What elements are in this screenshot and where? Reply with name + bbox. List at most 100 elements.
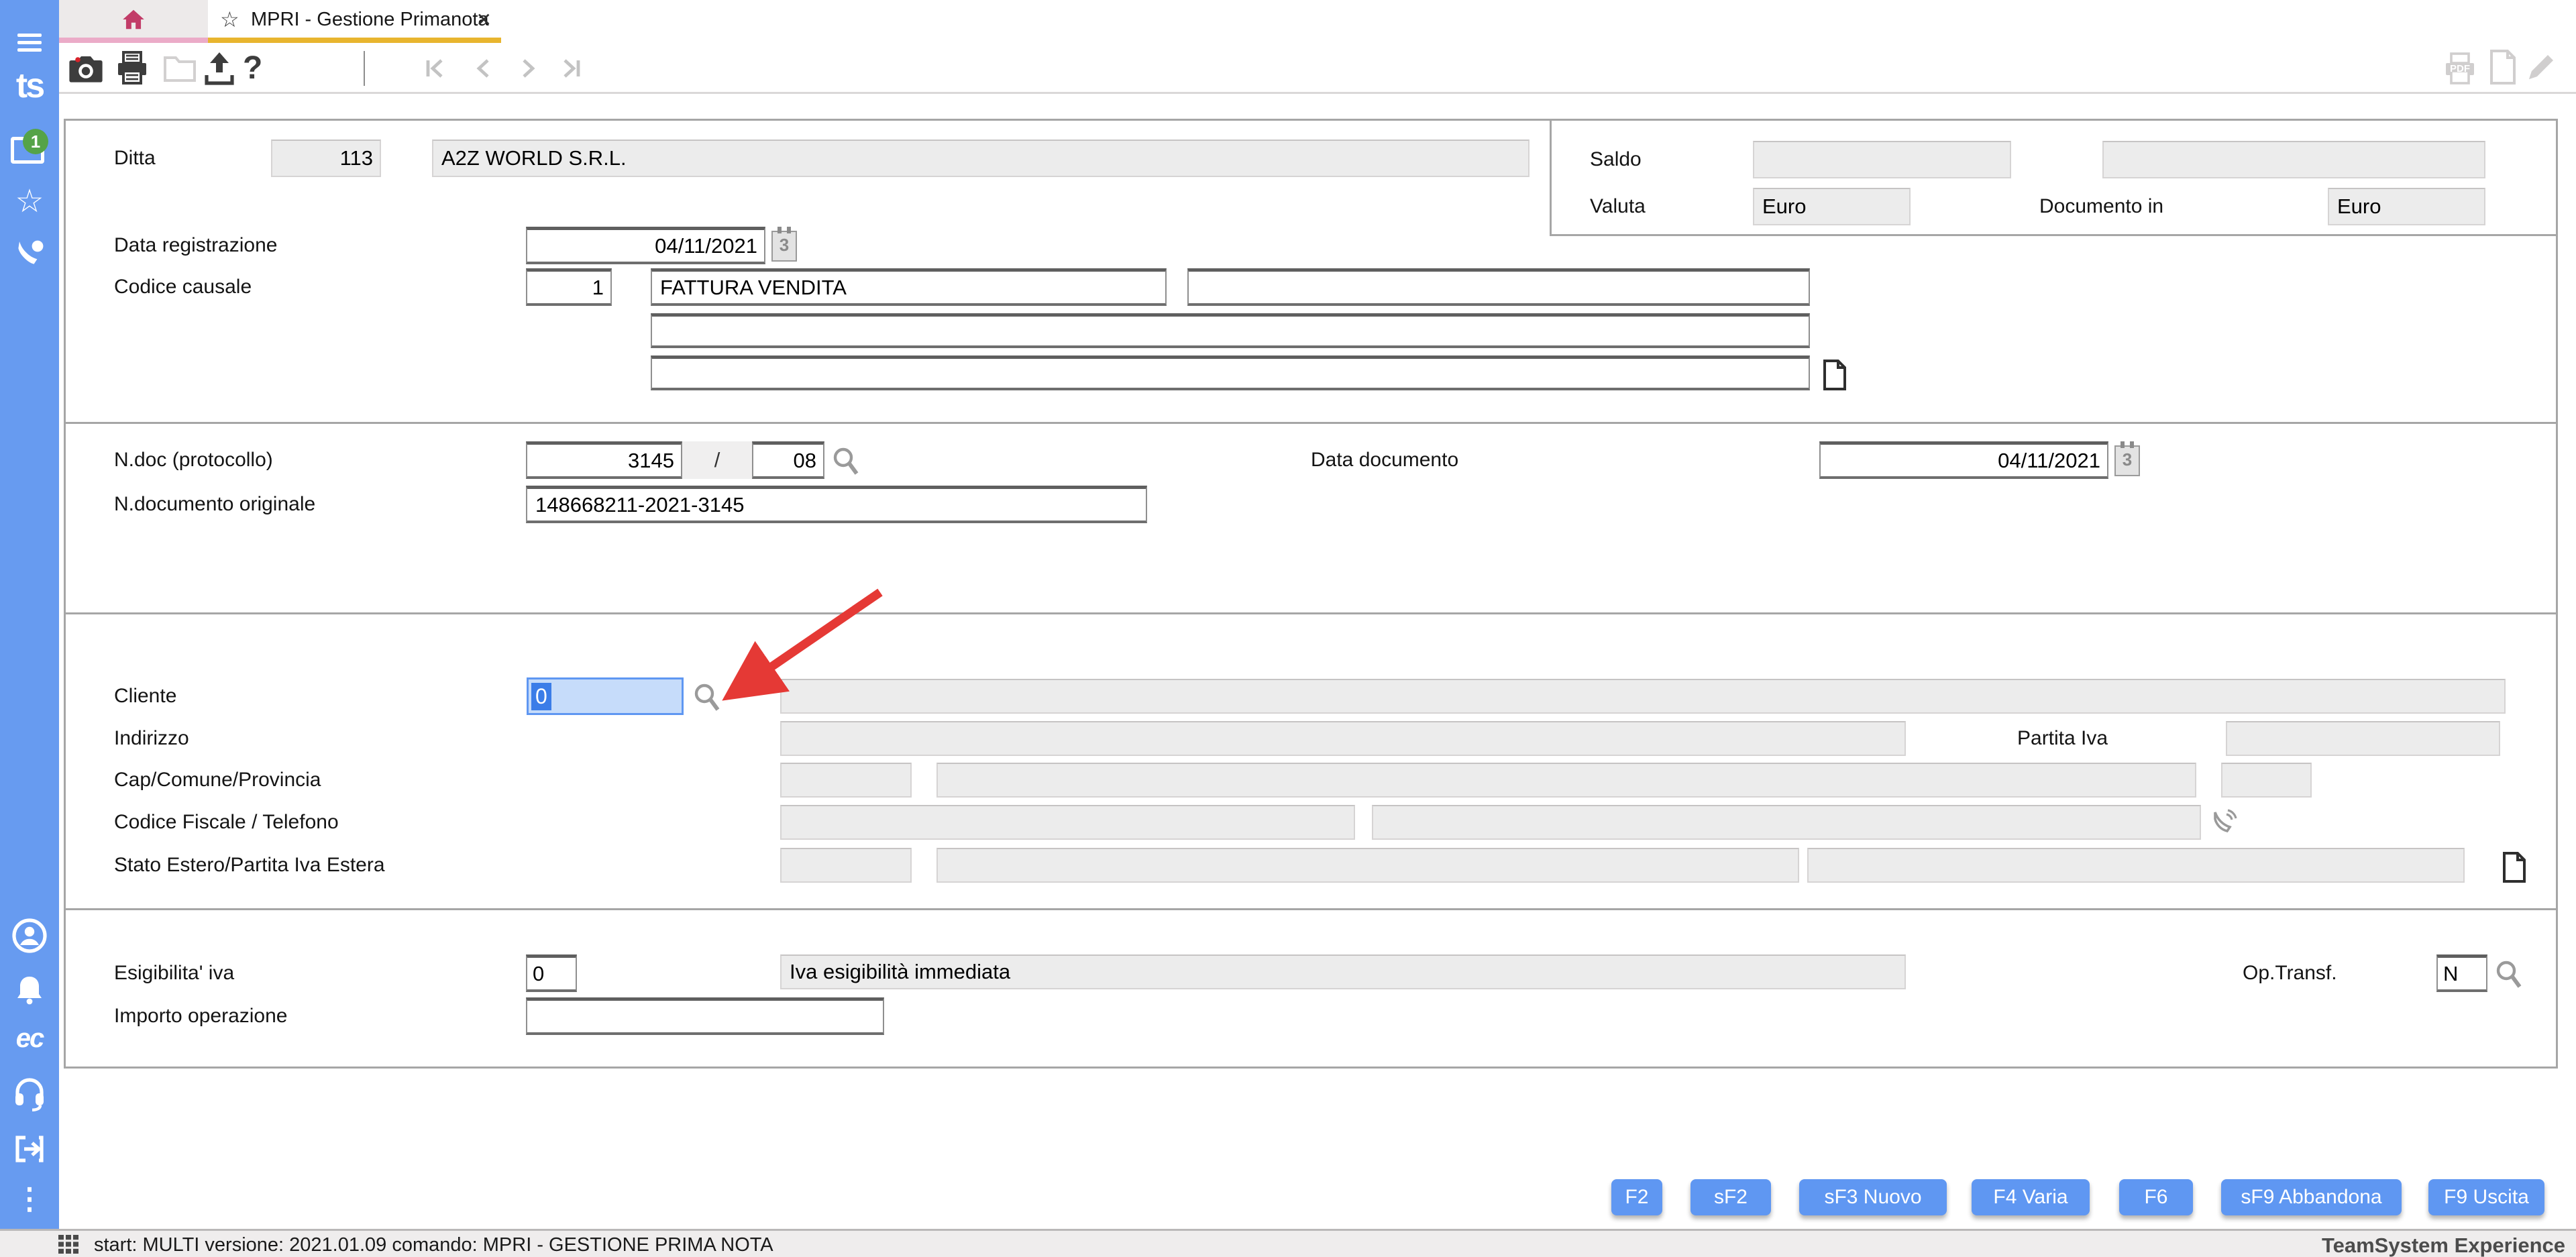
brand-footer: TeamSystem Experience [2321, 1234, 2565, 1257]
ndoc-number-field[interactable]: 3145 [526, 441, 682, 479]
cliente-label: Cliente [114, 685, 177, 707]
logout-icon[interactable] [0, 1132, 59, 1166]
f4-varia-button[interactable]: F4 Varia [1972, 1179, 2090, 1215]
sf2-button[interactable]: sF2 [1690, 1179, 1771, 1215]
importo-operazione-field[interactable] [526, 997, 884, 1035]
pdf-label: PDF [2450, 63, 2470, 74]
annotation-arrow [722, 588, 883, 701]
folder-icon[interactable] [162, 52, 197, 83]
ndoc-originale-label: N.documento originale [114, 493, 316, 515]
app-window: ☆ MPRI - Gestione Primanota ✕ ? PDF ts 1… [0, 0, 2576, 1257]
cliente-name-field [780, 679, 2506, 714]
ditta-code-field: 113 [271, 140, 381, 177]
data-documento-calendar-icon[interactable]: 3 [2114, 441, 2140, 476]
edit-pencil-icon[interactable] [2524, 50, 2559, 85]
sf3-nuovo-button[interactable]: sF3 Nuovo [1799, 1179, 1947, 1215]
importo-operazione-label: Importo operazione [114, 1005, 288, 1027]
indirizzo-label: Indirizzo [114, 727, 189, 749]
ndoc-originale-field[interactable]: 148668211-2021-3145 [526, 486, 1147, 523]
stato-estero-field [780, 848, 912, 883]
first-record-icon[interactable] [423, 56, 448, 80]
codice-fiscale-telefono-label: Codice Fiscale / Telefono [114, 811, 339, 833]
op-transf-search-icon[interactable] [2493, 959, 2525, 993]
user-profile-icon[interactable] [0, 918, 59, 954]
indirizzo-field [780, 721, 1906, 756]
home-icon [123, 9, 144, 30]
more-options-icon[interactable]: ⋮ [0, 1182, 59, 1216]
cap-field [780, 763, 912, 798]
codice-causale-desc-field[interactable]: FATTURA VENDITA [651, 268, 1167, 306]
last-record-icon[interactable] [558, 56, 584, 80]
help-icon[interactable]: ? [243, 50, 262, 87]
print-icon[interactable] [114, 50, 150, 87]
ndoc-label: N.doc (protocollo) [114, 449, 273, 471]
causale-document-icon[interactable] [1821, 358, 1849, 392]
partita-iva-estera-field-2 [1807, 848, 2465, 883]
ndoc-search-icon[interactable] [830, 445, 862, 480]
esigibilita-code-field[interactable]: 0 [526, 954, 577, 992]
saldo-field-1 [1753, 141, 2011, 178]
favorite-star-icon[interactable]: ☆ [220, 7, 239, 32]
comune-field [936, 763, 2196, 798]
data-registrazione-field[interactable]: 04/11/2021 [526, 227, 765, 264]
support-headset-icon[interactable] [0, 1076, 59, 1112]
cap-comune-provincia-label: Cap/Comune/Provincia [114, 769, 321, 791]
f2-button[interactable]: F2 [1611, 1179, 1662, 1215]
teamsystem-logo: ts [15, 66, 45, 105]
data-documento-label: Data documento [1311, 449, 1459, 471]
ndoc-separator: / [682, 441, 752, 479]
documents-icon[interactable]: 1 [0, 129, 59, 164]
status-text: start: MULTI versione: 2021.01.09 comand… [94, 1234, 773, 1256]
codice-fiscale-field [780, 805, 1355, 840]
f6-button[interactable]: F6 [2119, 1179, 2193, 1215]
stato-document-icon[interactable] [2500, 851, 2528, 884]
cliente-code-field[interactable]: 0 [527, 677, 684, 715]
home-tab[interactable] [59, 0, 208, 43]
valuta-field: Euro [1753, 188, 1911, 225]
camera-icon[interactable] [67, 51, 105, 86]
tab-title: MPRI - Gestione Primanota [251, 9, 489, 30]
upload-icon[interactable] [201, 48, 237, 87]
menu-hamburger-icon[interactable] [0, 30, 59, 56]
codice-causale-label: Codice causale [114, 276, 252, 298]
documento-in-field: Euro [2328, 188, 2485, 225]
op-transf-field[interactable]: N [2436, 954, 2487, 992]
phone-call-icon[interactable] [2208, 807, 2239, 838]
phone-contact-icon[interactable] [0, 236, 59, 270]
ndoc-serie-field[interactable]: 08 [752, 441, 824, 479]
pdf-print-icon[interactable]: PDF [2442, 51, 2478, 86]
tab-close-icon[interactable]: ✕ [476, 9, 492, 31]
stato-estero-label: Stato Estero/Partita Iva Estera [114, 854, 385, 876]
causale-note-field-1[interactable] [651, 313, 1810, 348]
partita-iva-field [2226, 721, 2500, 756]
esigibilita-desc-field: Iva esigibilità immediata [780, 954, 1906, 989]
data-registrazione-label: Data registrazione [114, 234, 278, 256]
notifications-bell-icon[interactable] [0, 973, 59, 1007]
ec-app-icon[interactable]: ec [0, 1024, 59, 1054]
new-document-icon[interactable] [2487, 48, 2518, 86]
data-documento-field[interactable]: 04/11/2021 [1819, 441, 2108, 479]
notification-badge: 1 [23, 129, 48, 154]
telefono-field [1372, 805, 2201, 840]
data-registrazione-calendar-icon[interactable]: 3 [771, 227, 797, 262]
saldo-field-2 [2102, 141, 2485, 178]
favorites-star-icon[interactable]: ☆ [0, 182, 59, 220]
op-transf-label: Op.Transf. [2243, 962, 2337, 984]
apps-grid-icon[interactable] [57, 1234, 80, 1255]
ditta-name-field: A2Z WORLD S.R.L. [432, 140, 1529, 177]
partita-iva-estera-field-1 [936, 848, 1799, 883]
iva-section-box [64, 910, 2558, 1069]
saldo-label: Saldo [1590, 148, 1642, 170]
causale-note-field-2[interactable] [651, 356, 1810, 390]
cliente-selected-value: 0 [531, 682, 551, 710]
codice-causale-extra-field[interactable] [1187, 268, 1810, 306]
prev-record-icon[interactable] [471, 56, 496, 80]
status-bar: start: MULTI versione: 2021.01.09 comand… [0, 1229, 2576, 1257]
next-record-icon[interactable] [515, 56, 541, 80]
sf9-abbandona-button[interactable]: sF9 Abbandona [2221, 1179, 2402, 1215]
ditta-label: Ditta [114, 147, 156, 169]
provincia-field [2221, 763, 2312, 798]
f9-uscita-button[interactable]: F9 Uscita [2428, 1179, 2544, 1215]
active-tab[interactable]: ☆ MPRI - Gestione Primanota ✕ [208, 0, 501, 43]
codice-causale-code-field[interactable]: 1 [526, 268, 612, 306]
